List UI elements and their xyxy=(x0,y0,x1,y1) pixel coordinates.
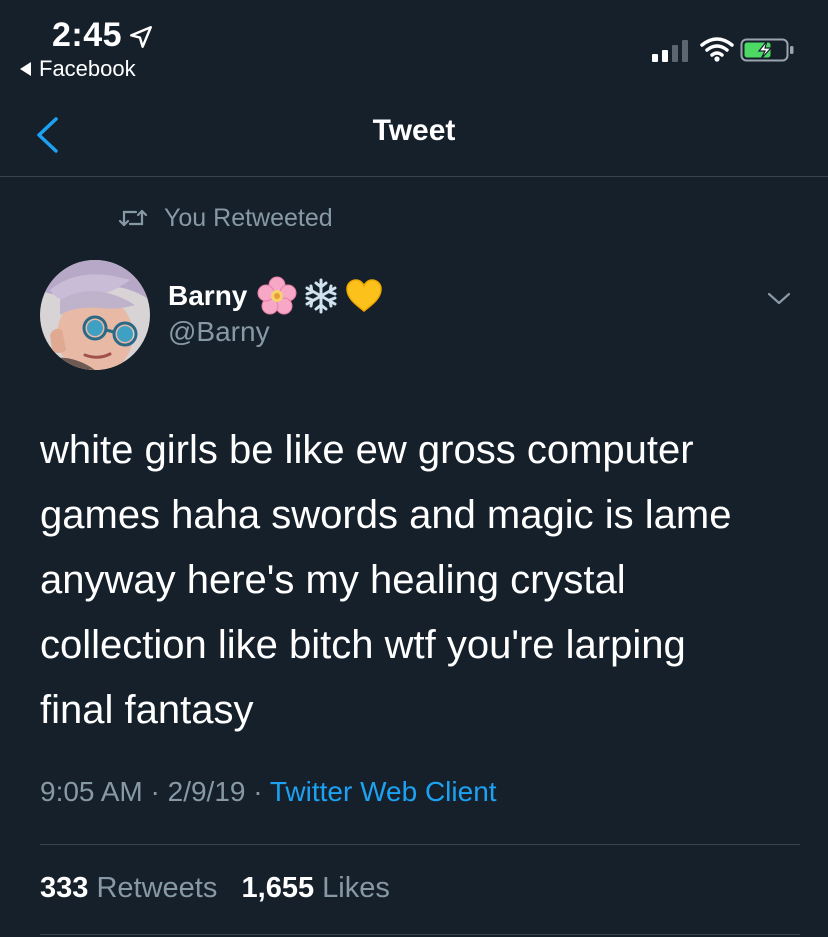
cherry-blossom-icon xyxy=(257,276,297,315)
avatar[interactable] xyxy=(40,260,150,370)
tweet-meta: 9:05 AM · 2/9/19 · Twitter Web Client xyxy=(40,776,497,808)
status-time: 2:45 xyxy=(52,16,123,54)
tweet-line: collection like bitch wtf you're larping xyxy=(40,623,686,667)
retweet-label: You Retweeted xyxy=(164,203,333,232)
tweet-time: 9:05 AM xyxy=(40,776,143,807)
tweet-line: anyway here's my healing crystal xyxy=(40,558,626,602)
tweet-client-link[interactable]: Twitter Web Client xyxy=(270,776,497,807)
retweets-count: 333 xyxy=(40,872,89,904)
retweet-icon xyxy=(118,209,148,227)
author-display-name: Barny xyxy=(168,280,248,311)
chevron-down-icon[interactable] xyxy=(766,288,792,308)
tweet-date: 2/9/19 xyxy=(167,776,246,807)
back-triangle-icon xyxy=(20,62,31,76)
meta-separator: · xyxy=(150,776,168,807)
page-title: Tweet xyxy=(372,114,456,147)
tweet-stats: 333 Retweets 1,655 Likes xyxy=(40,872,390,905)
back-app-label: Facebook xyxy=(39,56,136,81)
nav-bar: Tweet xyxy=(0,92,828,177)
author-handle: @Barny xyxy=(168,316,270,347)
signal-icon xyxy=(652,40,688,62)
retweet-indicator: You Retweeted xyxy=(118,202,333,234)
author-name-row[interactable]: Barny xyxy=(168,276,389,316)
likes-count: 1,655 xyxy=(241,872,315,904)
tweet-text: white girls be like ew gross computer ga… xyxy=(40,418,800,743)
retweets-stat[interactable]: 333 Retweets xyxy=(40,872,217,904)
battery-charging-icon xyxy=(740,38,794,62)
back-to-app-button[interactable]: Facebook xyxy=(20,56,136,82)
wifi-icon xyxy=(700,37,734,62)
divider xyxy=(40,844,800,845)
yellow-heart-icon xyxy=(346,279,383,312)
retweets-label: Retweets xyxy=(96,872,218,904)
tweet-line: white girls be like ew gross computer xyxy=(40,428,694,472)
meta-separator: · xyxy=(253,776,270,807)
location-arrow-icon xyxy=(130,26,152,48)
likes-label: Likes xyxy=(322,872,390,904)
tweet-line: final fantasy xyxy=(40,688,254,732)
likes-stat[interactable]: 1,655 Likes xyxy=(242,872,390,904)
snowflake-icon xyxy=(305,278,337,314)
status-bar: 2:45 Facebook xyxy=(0,0,828,92)
avatar-image xyxy=(40,260,150,370)
tweet-line: games haha swords and magic is lame xyxy=(40,493,732,537)
divider xyxy=(40,934,800,935)
